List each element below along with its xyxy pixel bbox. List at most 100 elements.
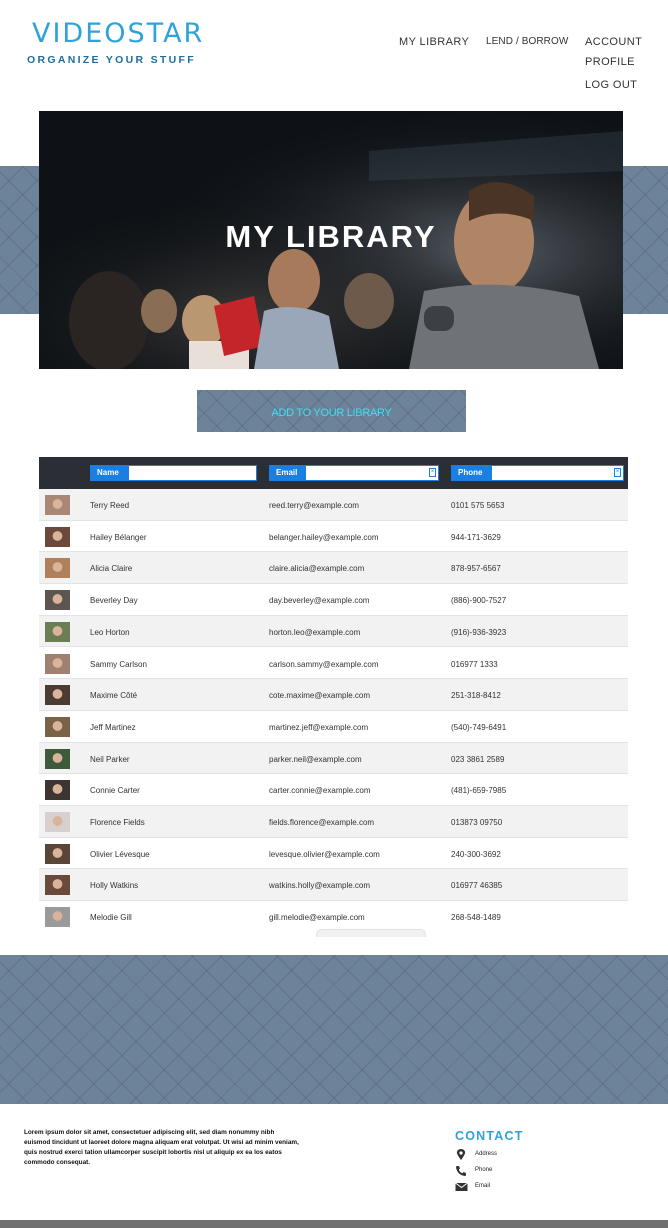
brand-logo[interactable]: VIDEOSTAR xyxy=(32,18,204,49)
row-email: horton.leo@example.com xyxy=(269,627,361,637)
row-name: Sammy Carlson xyxy=(90,659,147,669)
row-phone: (886)-900-7527 xyxy=(451,596,507,606)
column-header-email[interactable]: Email xyxy=(270,466,306,480)
library-table: Name Email × Phone × Terry Reed reed.terr… xyxy=(39,457,628,927)
table-row[interactable]: Sammy Carlson carlson.sammy@example.com 01… xyxy=(39,648,628,680)
row-email: day.beverley@example.com xyxy=(269,596,370,606)
row-email: fields.florence@example.com xyxy=(269,818,375,827)
row-email: watkins.holly@example.com xyxy=(269,881,371,891)
table-row[interactable]: Jeff Martinez martinez.jeff@example.com (5… xyxy=(39,711,628,743)
avatar xyxy=(45,875,70,896)
table-row[interactable]: Olivier Lévesque levesque.olivier@example… xyxy=(39,838,628,870)
phone-filter-input[interactable]: Phone × xyxy=(451,465,624,481)
row-phone: 016977 46385 xyxy=(451,881,503,891)
row-name: Alicia Claire xyxy=(90,564,133,574)
phone-icon xyxy=(456,1166,466,1176)
name-filter-input[interactable]: Name xyxy=(90,465,257,481)
clear-filter-icon[interactable]: × xyxy=(429,468,436,477)
row-email: carlson.sammy@example.com xyxy=(269,659,379,669)
row-email: cote.maxime@example.com xyxy=(269,691,371,701)
contact-address-label: Address xyxy=(475,1151,498,1157)
row-name: Olivier Lévesque xyxy=(90,849,150,859)
nav-my-library[interactable]: MY LIBRARY xyxy=(399,36,469,48)
avatar xyxy=(45,590,70,611)
nav-account[interactable]: ACCOUNT xyxy=(585,36,642,48)
row-name: Melodie Gill xyxy=(90,913,132,923)
table-scrollbar[interactable] xyxy=(316,929,426,937)
table-row[interactable]: Beverley Day day.beverley@example.com (886… xyxy=(39,584,628,616)
row-phone: 944-171-3629 xyxy=(451,532,501,542)
row-name: Maxime Côté xyxy=(90,691,138,701)
row-email: parker.neil@example.com xyxy=(269,754,362,764)
avatar xyxy=(45,526,70,547)
table-row[interactable]: Florence Fields fields.florence@example.c… xyxy=(39,806,628,838)
avatar xyxy=(45,621,70,642)
row-phone: 878-957-6567 xyxy=(451,564,501,574)
page: VIDEOSTAR ORGANIZE YOUR STUFF MY LIBRARY… xyxy=(0,0,668,1228)
avatar xyxy=(45,748,70,769)
row-email: belanger.hailey@example.com xyxy=(269,532,379,542)
footer: Lorem ipsum dolor sit amet, consectetuer… xyxy=(0,1104,668,1220)
row-phone: 251-318-8412 xyxy=(451,691,501,701)
column-header-phone[interactable]: Phone xyxy=(452,466,492,480)
table-row[interactable]: Neil Parker parker.neil@example.com 023 38… xyxy=(39,742,628,775)
row-phone: 023 3861 2589 xyxy=(451,754,505,764)
contact-email-label: Email xyxy=(475,1183,491,1189)
table-row[interactable]: Terry Reed reed.terry@example.com 0101 575… xyxy=(39,489,628,521)
row-email: reed.terry@example.com xyxy=(269,501,359,510)
email-filter-input[interactable]: Email × xyxy=(269,465,439,481)
row-phone: 016977 1333 xyxy=(451,659,498,669)
row-name: Holly Watkins xyxy=(90,881,139,891)
row-phone: (916)-936-3923 xyxy=(451,627,507,637)
avatar xyxy=(45,495,70,515)
contact-phone-label: Phone xyxy=(475,1167,493,1173)
row-phone: (540)-749-6491 xyxy=(451,722,507,732)
row-name: Leo Horton xyxy=(90,627,130,637)
table-header: Name Email × Phone × xyxy=(39,457,628,489)
row-phone: 013873 09750 xyxy=(451,818,503,827)
location-pin-icon xyxy=(456,1149,466,1160)
brand-tagline: ORGANIZE YOUR STUFF xyxy=(27,54,196,66)
row-phone: 240-300-3692 xyxy=(451,849,501,859)
nav-profile[interactable]: PROFILE xyxy=(585,56,635,68)
bottom-bar xyxy=(0,1220,668,1228)
table-row[interactable]: Hailey Bélanger belanger.hailey@example.c… xyxy=(39,521,628,553)
row-name: Jeff Martinez xyxy=(90,722,136,732)
hero-banner: MY LIBRARY xyxy=(39,111,623,369)
add-to-library-button[interactable]: ADD TO YOUR LIBRARY xyxy=(197,390,466,432)
avatar xyxy=(45,716,70,737)
avatar xyxy=(45,843,70,864)
row-name: Terry Reed xyxy=(90,501,130,510)
row-email: carter.connie@example.com xyxy=(269,786,371,796)
avatar xyxy=(45,558,70,579)
row-email: gill.melodie@example.com xyxy=(269,913,365,923)
avatar xyxy=(45,685,70,706)
nav-logout[interactable]: LOG OUT xyxy=(585,79,637,91)
column-header-name[interactable]: Name xyxy=(91,466,129,480)
row-email: levesque.olivier@example.com xyxy=(269,849,380,859)
table-row[interactable]: Leo Horton horton.leo@example.com (916)-93… xyxy=(39,615,628,648)
row-phone: 268-548-1489 xyxy=(451,913,501,923)
row-name: Neil Parker xyxy=(90,754,130,764)
row-email: martinez.jeff@example.com xyxy=(269,722,369,732)
row-phone: (481)-659-7985 xyxy=(451,786,507,796)
envelope-icon xyxy=(455,1182,468,1191)
row-name: Florence Fields xyxy=(90,818,145,827)
row-name: Hailey Bélanger xyxy=(90,532,147,542)
contact-title: CONTACT xyxy=(455,1129,524,1143)
hero-title: MY LIBRARY xyxy=(225,219,437,254)
table-row[interactable]: Holly Watkins watkins.holly@example.com 01… xyxy=(39,869,628,902)
table-row[interactable]: Maxime Côté cote.maxime@example.com 251-31… xyxy=(39,679,628,711)
avatar xyxy=(45,812,70,832)
table-row[interactable]: Melodie Gill gill.melodie@example.com 268-… xyxy=(39,901,628,927)
avatar xyxy=(45,907,70,927)
pattern-band-bottom xyxy=(0,955,668,1104)
row-email: claire.alicia@example.com xyxy=(269,564,365,574)
avatar xyxy=(45,780,70,801)
row-name: Beverley Day xyxy=(90,596,138,606)
clear-filter-icon[interactable]: × xyxy=(614,468,621,477)
footer-lorem-text: Lorem ipsum dolor sit amet, consectetuer… xyxy=(24,1129,299,1166)
table-row[interactable]: Connie Carter carter.connie@example.com (4… xyxy=(39,774,628,806)
table-row[interactable]: Alicia Claire claire.alicia@example.com 87… xyxy=(39,552,628,585)
nav-lend-borrow[interactable]: LEND / BORROW xyxy=(486,36,568,47)
